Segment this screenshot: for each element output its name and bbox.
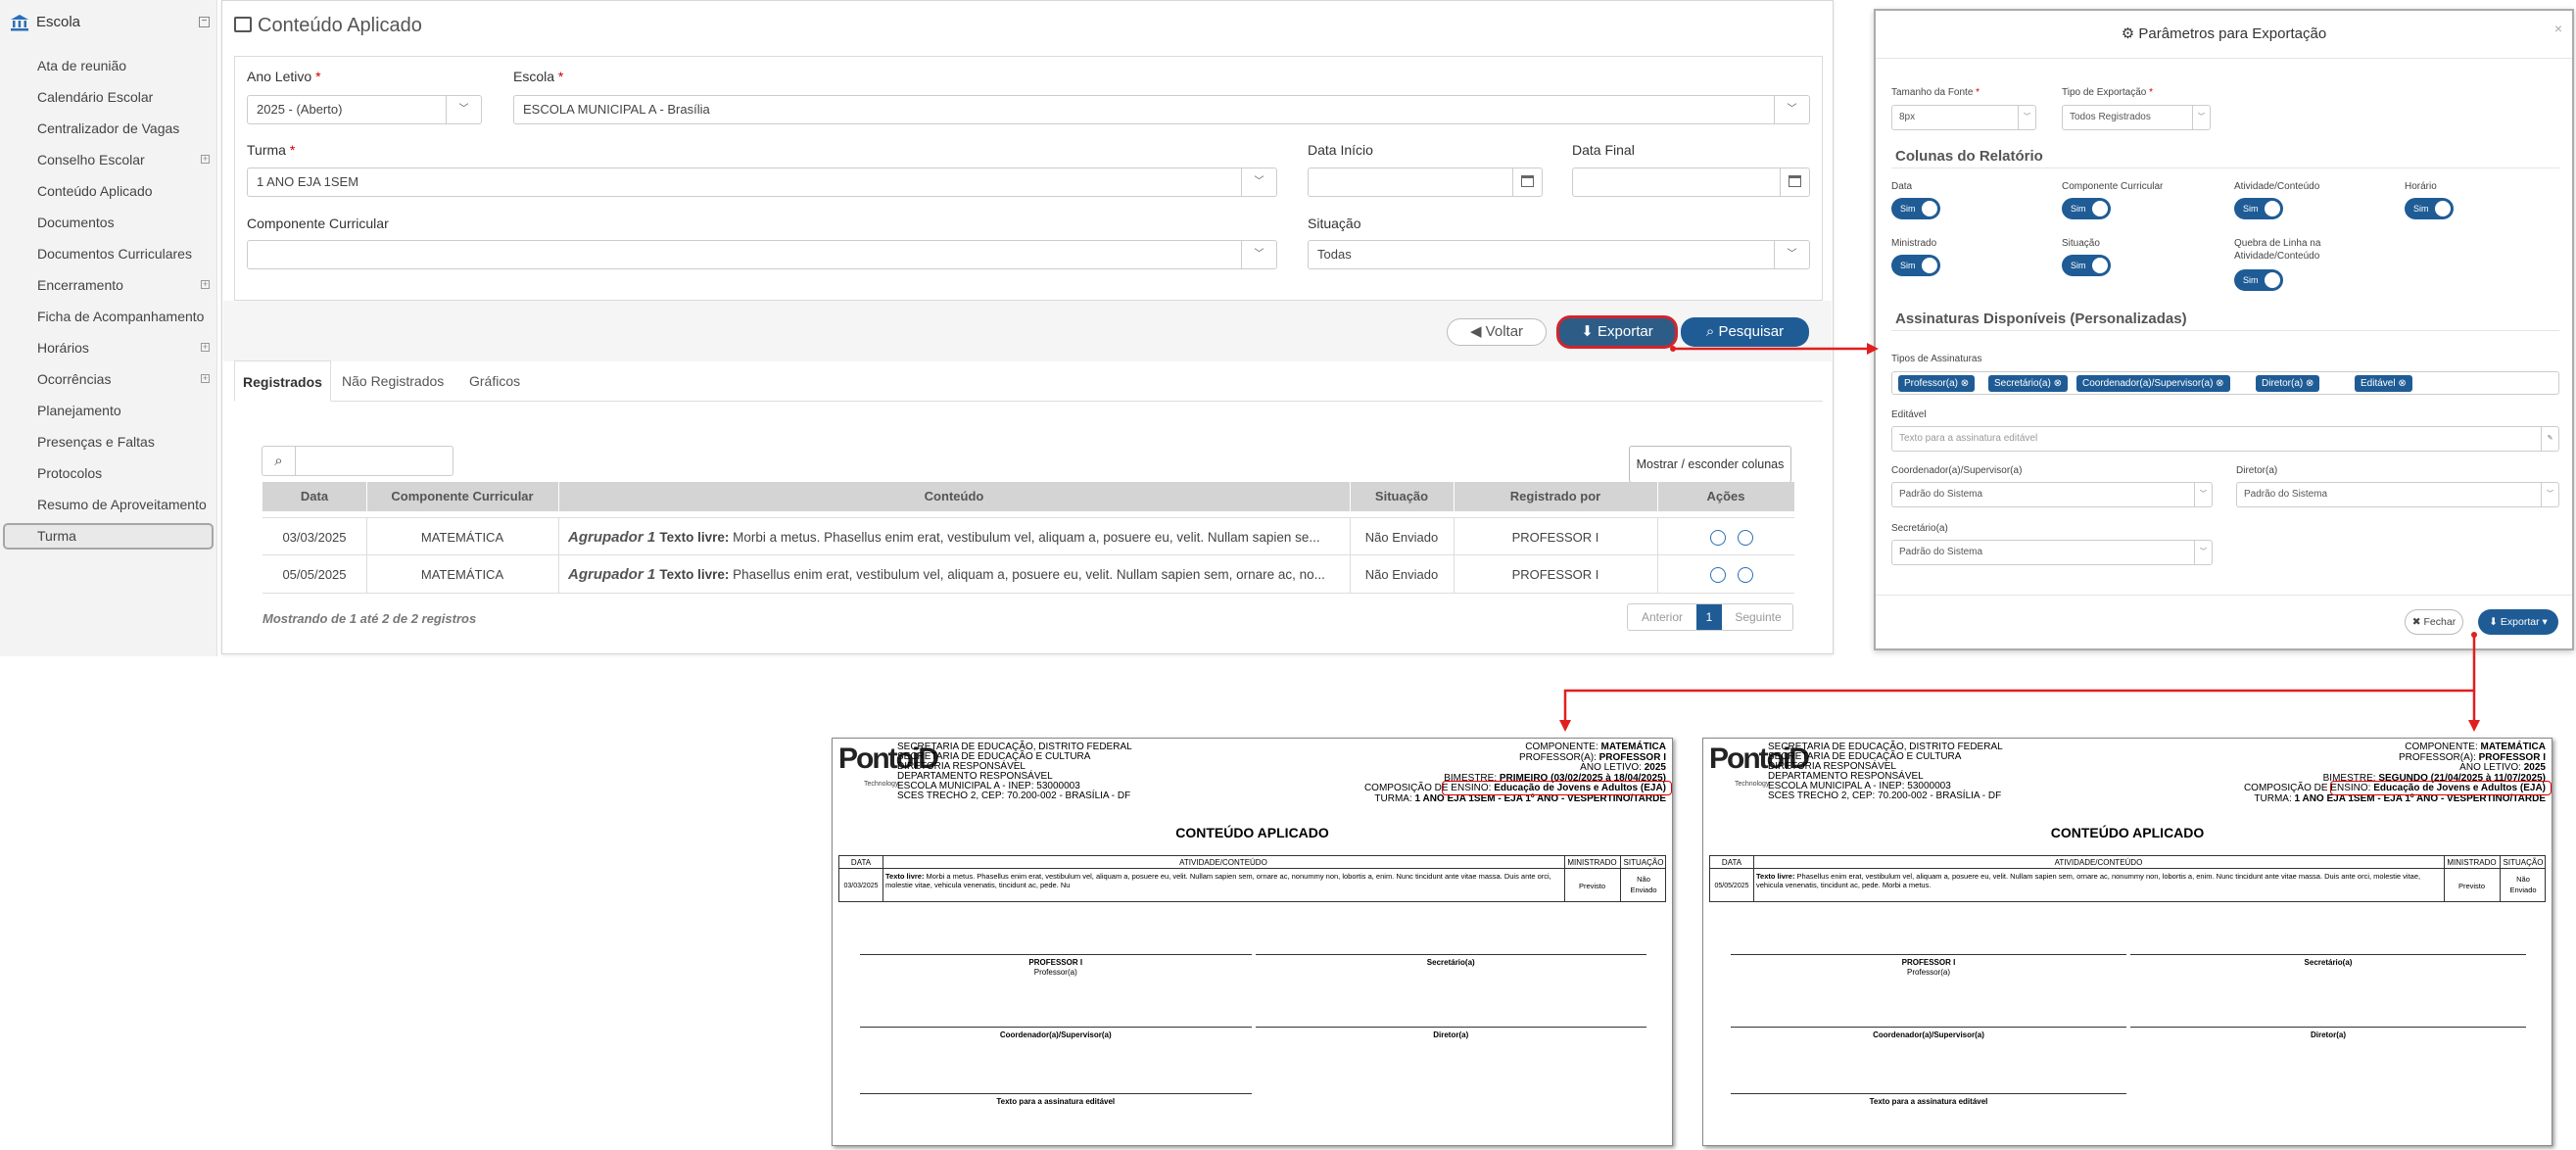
report-table: DATA ATIVIDADE/CONTEÚDO MINISTRADO SITUAÇÃO… xyxy=(1709,855,2546,902)
report-texto: Phasellus enim erat, vestibulum vel, ali… xyxy=(1756,872,2421,889)
signature-label: Professor(a) xyxy=(1033,968,1077,977)
report-info-line: ANO LETIVO: 2025 xyxy=(2459,763,2546,773)
signature-line xyxy=(1731,1027,2126,1028)
report-row-divider xyxy=(1710,868,2545,869)
report-title: CONTEÚDO APLICADO xyxy=(2050,825,2205,840)
report-header-line: SCES TRECHO 2, CEP: 70.200-002 - BRASÍLI… xyxy=(1768,791,2002,801)
signature-label: Professor(a) xyxy=(1906,968,1950,977)
report-info-line: ANO LETIVO: 2025 xyxy=(1580,763,1666,773)
report-info-key: COMPONENTE: xyxy=(2405,742,2481,752)
report-cell-situacao: Não xyxy=(1637,875,1650,884)
report-info-line: COMPONENTE: MATEMÁTICA xyxy=(1525,743,1666,752)
report-info-key: TURMA: xyxy=(2254,792,2295,804)
signature-line xyxy=(1731,1093,2126,1094)
report-col-header: SITUAÇÃO xyxy=(1623,858,1664,867)
report-cell-situacao: Enviado xyxy=(1630,886,1657,894)
report-col-header: MINISTRADO xyxy=(2447,858,2497,867)
report-cell-ministrado: Previsto xyxy=(1578,882,1606,890)
report-info-key: ANO LETIVO: xyxy=(2459,762,2524,773)
report-col-header: ATIVIDADE/CONTEÚDO xyxy=(1179,858,1267,867)
signature-line xyxy=(2130,954,2526,955)
report-header-line: SCES TRECHO 2, CEP: 70.200-002 - BRASÍLI… xyxy=(897,791,1131,801)
report-table: DATA ATIVIDADE/CONTEÚDO MINISTRADO SITUAÇÃO… xyxy=(838,855,1666,902)
report-cell-situacao: Não xyxy=(2516,875,2530,884)
report-page-bimestre-2: PontoiD Technology SECRETARIA DE EDUCAÇÃO,… xyxy=(1702,738,2552,1146)
report-col-divider xyxy=(2444,856,2445,901)
signature-line xyxy=(2130,1027,2526,1028)
highlight-box xyxy=(2330,781,2552,795)
report-logo-sub: Technology xyxy=(864,781,899,788)
report-info-value: PROFESSOR I xyxy=(2478,751,2546,763)
report-info-value: 2025 xyxy=(2523,762,2546,773)
signature-label: Diretor(a) xyxy=(1433,1030,1469,1039)
report-texto-label: Texto livre: xyxy=(1756,872,1797,881)
report-info-value: PROFESSOR I xyxy=(1598,751,1666,763)
report-page-bimestre-1: PontoiD Technology SECRETARIA DE EDUCAÇÃO,… xyxy=(832,738,1673,1146)
signature-label: PROFESSOR I xyxy=(1901,958,1956,967)
report-info-key: PROFESSOR(A): xyxy=(2398,751,2479,763)
report-info-line: COMPONENTE: MATEMÁTICA xyxy=(2405,743,2546,752)
signature-label: Texto para a assinatura editável xyxy=(996,1097,1116,1106)
report-cell-ministrado: Previsto xyxy=(2457,882,2486,890)
report-row-divider xyxy=(839,868,1665,869)
report-col-header: DATA xyxy=(1721,858,1742,867)
signature-label: Diretor(a) xyxy=(2310,1030,2346,1039)
report-info-key: TURMA: xyxy=(1374,792,1415,804)
report-info-line: PROFESSOR(A): PROFESSOR I xyxy=(1518,751,1666,763)
report-info-key: ANO LETIVO: xyxy=(1580,762,1645,773)
report-texto: Morbi a metus. Phasellus enim erat, vest… xyxy=(885,872,1551,889)
signature-label: Secretário(a) xyxy=(1426,958,1475,967)
report-info-line: PROFESSOR(A): PROFESSOR I xyxy=(2398,751,2546,763)
report-col-header: ATIVIDADE/CONTEÚDO xyxy=(2054,858,2143,867)
report-col-divider xyxy=(1564,856,1565,901)
report-info-value: MATEMÁTICA xyxy=(1600,742,1666,752)
report-title: CONTEÚDO APLICADO xyxy=(1175,825,1329,840)
report-info-key: PROFESSOR(A): xyxy=(1518,751,1599,763)
report-col-header: MINISTRADO xyxy=(1567,858,1617,867)
report-info-line: TURMA: 1 ANO EJA 1SEM - EJA 1º ANO - VES… xyxy=(1374,792,1666,804)
signature-line xyxy=(1255,1027,1646,1028)
report-cell-conteudo: Texto livre: Morbi a metus. Phasellus en… xyxy=(885,872,1561,889)
signature-line xyxy=(1255,954,1646,955)
highlight-box xyxy=(1442,781,1672,795)
report-col-header: DATA xyxy=(850,858,872,867)
report-cell-data: 05/05/2025 xyxy=(1714,883,1749,889)
report-cell-data: 03/03/2025 xyxy=(843,883,879,889)
signature-label: Coordenador(a)/Supervisor(a) xyxy=(999,1030,1112,1039)
report-info-value: MATEMÁTICA xyxy=(2480,742,2546,752)
signature-label: PROFESSOR I xyxy=(1028,958,1083,967)
report-logo-sub: Technology xyxy=(1735,781,1770,788)
signature-label: Secretário(a) xyxy=(2304,958,2353,967)
signature-line xyxy=(1731,954,2126,955)
signature-line xyxy=(860,1093,1252,1094)
signature-label: Coordenador(a)/Supervisor(a) xyxy=(1873,1030,1984,1039)
report-info-line: TURMA: 1 ANO EJA 1SEM - EJA 1º ANO - VES… xyxy=(2254,792,2546,804)
report-col-header: SITUAÇÃO xyxy=(2503,858,2544,867)
signature-line xyxy=(860,1027,1252,1028)
report-texto-label: Texto livre: xyxy=(885,872,927,881)
report-cell-situacao: Enviado xyxy=(2509,886,2537,894)
signature-label: Texto para a assinatura editável xyxy=(1869,1097,1988,1106)
report-info-value: 2025 xyxy=(1644,762,1666,773)
report-info-key: COMPONENTE: xyxy=(1525,742,1601,752)
signature-line xyxy=(860,954,1252,955)
report-col-divider xyxy=(1753,856,1754,901)
report-cell-conteudo: Texto livre: Phasellus enim erat, vestib… xyxy=(1756,872,2441,889)
